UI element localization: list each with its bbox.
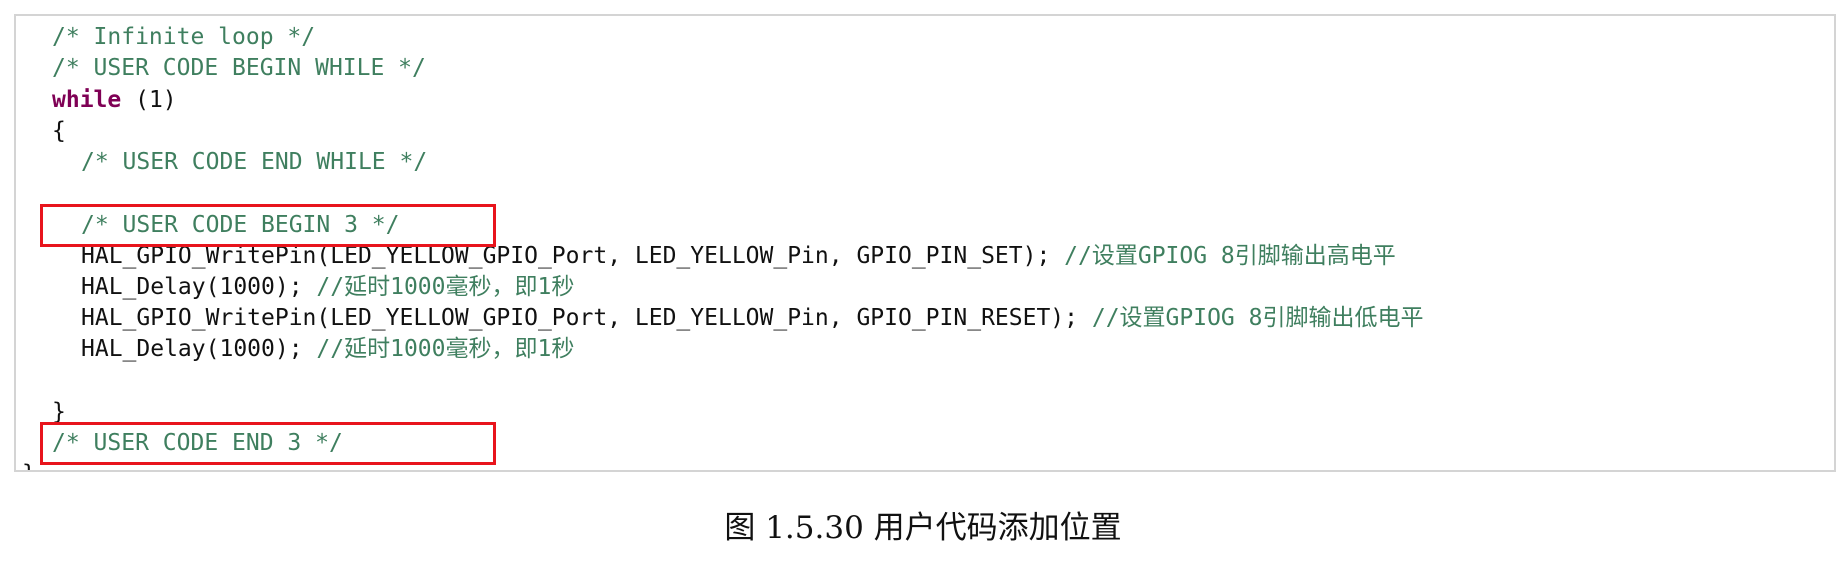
code-line-user-code-end-while: /* USER CODE END WHILE */ <box>81 147 427 178</box>
code-token-plain: HAL_Delay(1000); <box>81 336 317 362</box>
code-token-comment: /* Infinite loop */ <box>52 24 316 50</box>
code-line-user-code-begin-while: /* USER CODE BEGIN WHILE */ <box>52 53 426 84</box>
code-token-plain: (1) <box>121 87 177 113</box>
code-editor-panel[interactable]: /* Infinite loop */ /* USER CODE BEGIN W… <box>14 14 1836 472</box>
highlight-box-user-code-end-3 <box>40 422 496 465</box>
code-token-comment: //延时1000毫秒，即1秒 <box>316 336 575 362</box>
highlight-box-user-code-begin-3 <box>40 204 496 247</box>
code-token-plain: } <box>22 461 36 470</box>
code-line-delay-1: HAL_Delay(1000); //延时1000毫秒，即1秒 <box>81 272 574 303</box>
code-token-comment: /* USER CODE END WHILE */ <box>81 149 428 175</box>
code-line-writepin-reset: HAL_GPIO_WritePin(LED_YELLOW_GPIO_Port, … <box>81 303 1423 334</box>
code-line-infinite-loop-comment: /* Infinite loop */ <box>52 22 315 53</box>
code-line-open-brace: { <box>52 116 66 147</box>
figure-caption: 图 1.5.30 用户代码添加位置 <box>724 510 1122 546</box>
code-token-comment: //设置GPIOG 8引脚输出低电平 <box>1091 305 1424 331</box>
code-line-final-brace: } <box>22 459 36 470</box>
code-token-plain: HAL_Delay(1000); <box>81 274 317 300</box>
code-token-comment: //设置GPIOG 8引脚输出高电平 <box>1064 243 1396 269</box>
code-token-plain: { <box>52 118 66 144</box>
code-token-comment: //延时1000毫秒，即1秒 <box>316 274 575 300</box>
code-line-while-statement: while (1) <box>52 85 177 116</box>
code-token-comment: /* USER CODE BEGIN WHILE */ <box>52 55 426 81</box>
code-token-plain: HAL_GPIO_WritePin(LED_YELLOW_GPIO_Port, … <box>81 305 1092 331</box>
code-token-keyword: while <box>52 87 122 113</box>
code-line-delay-2: HAL_Delay(1000); //延时1000毫秒，即1秒 <box>81 334 574 365</box>
